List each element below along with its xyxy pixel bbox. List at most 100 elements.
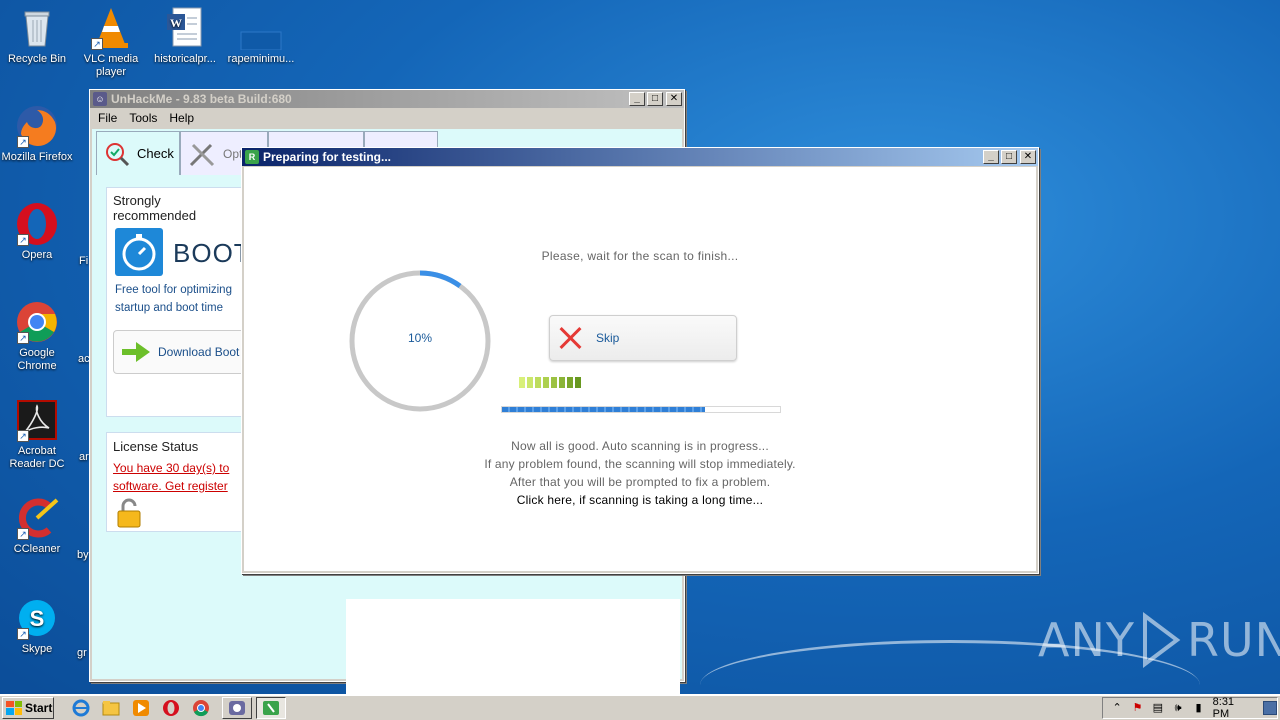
dialog-titlebar[interactable]: R Preparing for testing... _ □ ✕ — [242, 148, 1038, 166]
network-icon[interactable]: ▤ — [1152, 701, 1164, 715]
opera-taskbar-icon[interactable] — [160, 697, 182, 719]
desktop-icon-firefox[interactable]: ↗ Mozilla Firefox — [0, 104, 74, 164]
activity-block — [543, 377, 549, 388]
tab-check[interactable]: Check — [96, 131, 180, 175]
activity-block — [559, 377, 565, 388]
close-button[interactable]: ✕ — [1020, 150, 1036, 164]
play-logo-icon — [1142, 612, 1181, 668]
activity-block — [535, 377, 541, 388]
scan-progress-bar — [501, 406, 781, 413]
padlock-icon — [117, 498, 141, 528]
maximize-button[interactable]: □ — [1001, 150, 1017, 164]
menu-file[interactable]: File — [94, 111, 125, 125]
unhackme-app-icon: ☺ — [93, 92, 107, 106]
activity-block — [527, 377, 533, 388]
menu-help[interactable]: Help — [165, 111, 202, 125]
desktop-icon-acrobat[interactable]: ↗ Acrobat Reader DC — [0, 398, 74, 471]
menu-bar: File Tools Help — [90, 108, 684, 128]
recycle-bin-icon — [15, 6, 59, 50]
dialog-content: Please, wait for the scan to finish... 1… — [244, 167, 1036, 571]
desktop-icon-vlc[interactable]: ↗ VLC media player — [74, 6, 148, 79]
show-desktop-icon[interactable] — [1262, 701, 1278, 715]
power-icon[interactable]: ▮ — [1192, 701, 1204, 715]
file-thumbnail-icon — [239, 6, 283, 51]
progress-fill — [502, 407, 705, 412]
license-link-2[interactable]: software. Get register — [113, 479, 228, 493]
shortcut-arrow-icon: ↗ — [91, 38, 103, 50]
watermark-text-right: RUN — [1186, 613, 1280, 667]
shortcut-arrow-icon: ↗ — [17, 528, 29, 540]
system-tray: ⌃ ⚑ ▤ 🕪 ▮ 8:31 PM — [1102, 696, 1278, 720]
boot-description-1: Free tool for optimizing — [115, 284, 232, 296]
app-r-icon: R — [245, 150, 259, 164]
long-time-link[interactable]: Click here, if scanning is taking a long… — [244, 493, 1036, 507]
desktop-icon-opera[interactable]: ↗ Opera — [0, 202, 74, 262]
wait-message: Please, wait for the scan to finish... — [541, 249, 739, 263]
svg-text:S: S — [30, 606, 45, 631]
desktop-icon-partial-label: gr — [77, 647, 87, 659]
desktop-icon-recycle-bin[interactable]: Recycle Bin — [0, 6, 74, 66]
start-label: Start — [25, 700, 53, 715]
skype-icon: S ↗ — [15, 596, 59, 640]
taskbar-unhackme-button[interactable] — [222, 696, 252, 719]
desktop-icon-label: Google Chrome — [17, 347, 57, 372]
desktop-icon-partial-label: Fi — [79, 255, 89, 267]
explorer-folder-icon[interactable] — [100, 697, 122, 719]
skip-button[interactable]: Skip — [549, 315, 737, 361]
taskbar-dialog-button[interactable] — [256, 696, 286, 719]
close-button[interactable]: ✕ — [666, 92, 682, 106]
action-center-flag-icon[interactable]: ⚑ — [1131, 701, 1143, 715]
desktop-icon-label: VLC media player — [83, 53, 139, 78]
desktop-icon-skype[interactable]: S ↗ Skype — [0, 596, 74, 656]
unhackme-titlebar[interactable]: ☺ UnHackMe - 9.83 beta Build:680 _ □ ✕ — [90, 90, 684, 108]
skip-label: Skip — [596, 331, 620, 345]
word-document-icon: W — [163, 6, 207, 50]
desktop-icon-label: historicalpr... — [154, 53, 216, 65]
chrome-icon: ↗ — [15, 300, 59, 344]
stopwatch-icon — [115, 228, 163, 276]
recommended-heading: Strongly recommended — [113, 193, 197, 223]
volume-icon[interactable]: 🕪 — [1172, 701, 1184, 715]
download-label: Download Boot — [158, 345, 240, 359]
shortcut-arrow-icon: ↗ — [17, 332, 29, 344]
license-link-1[interactable]: You have 30 day(s) to — [113, 461, 229, 475]
tools-icon — [189, 143, 215, 166]
activity-block — [575, 377, 581, 388]
shortcut-arrow-icon: ↗ — [17, 430, 29, 442]
tab-label: Opt — [223, 146, 243, 161]
ie-icon[interactable] — [70, 697, 92, 719]
status-line-2: If any problem found, the scanning will … — [484, 457, 796, 471]
shortcut-arrow-icon: ↗ — [17, 628, 29, 640]
desktop-icon-ccleaner[interactable]: ↗ CCleaner — [0, 496, 74, 556]
desktop-icon-file[interactable]: rapeminimu... — [224, 6, 298, 66]
desktop-icon-partial-label: by — [77, 549, 89, 561]
desktop-icon-word-doc[interactable]: W historicalpr... — [148, 6, 222, 66]
clock[interactable]: 8:31 PM — [1213, 696, 1249, 720]
desktop-icon-label: Opera — [21, 249, 53, 261]
ccleaner-icon: ↗ — [15, 496, 59, 540]
media-player-icon[interactable] — [130, 697, 152, 719]
tab-label: Check — [137, 146, 174, 161]
window-title: UnHackMe - 9.83 beta Build:680 — [111, 92, 292, 106]
desktop-icon-label: CCleaner — [13, 543, 61, 555]
desktop-icon-label: Recycle Bin — [7, 53, 67, 65]
vlc-cone-icon: ↗ — [89, 6, 133, 50]
maximize-button[interactable]: □ — [647, 92, 663, 106]
activity-block — [567, 377, 573, 388]
chrome-taskbar-icon[interactable] — [190, 697, 212, 719]
start-button[interactable]: Start — [2, 696, 54, 719]
minimize-button[interactable]: _ — [629, 92, 645, 106]
status-line-1: Now all is good. Auto scanning is in pro… — [511, 439, 769, 453]
desktop-icon-chrome[interactable]: ↗ Google Chrome — [0, 300, 74, 373]
minimize-button[interactable]: _ — [983, 150, 999, 164]
download-boot-button[interactable]: Download Boot — [113, 330, 253, 374]
boot-description-2: startup and boot time — [115, 302, 224, 314]
show-hidden-icons-chevron-icon[interactable]: ⌃ — [1111, 701, 1123, 715]
license-heading: License Status — [113, 439, 199, 454]
preparing-dialog: R Preparing for testing... _ □ ✕ Please,… — [241, 147, 1039, 574]
desktop-icon-label: Skype — [21, 643, 53, 655]
activity-block — [519, 377, 525, 388]
percent-label: 10% — [407, 331, 433, 345]
activity-block — [551, 377, 557, 388]
menu-tools[interactable]: Tools — [125, 111, 165, 125]
